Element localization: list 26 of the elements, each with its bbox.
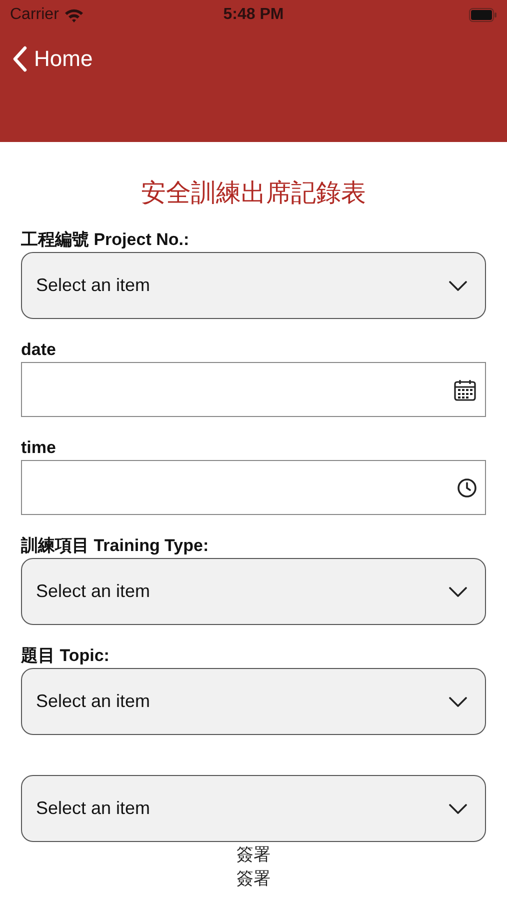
chevron-down-icon (449, 586, 467, 596)
calendar-icon (453, 378, 477, 402)
chevron-down-icon (449, 696, 467, 706)
form-title: 安全訓練出席記錄表 (140, 178, 367, 208)
back-chevron-icon (12, 46, 28, 72)
clock-time: 5:48 PM (222, 6, 285, 24)
field-label: 訓練項目 Training Type: (21, 536, 210, 556)
field-label: 題目 Topic: (21, 646, 110, 666)
back-button[interactable]: Home (12, 46, 93, 72)
field-label: date (21, 340, 57, 360)
field-label: time (21, 438, 57, 458)
select-dropdown[interactable]: Select an item (21, 558, 486, 625)
select-dropdown[interactable]: Select an item (21, 775, 486, 842)
carrier-label: Carrier (10, 6, 59, 24)
battery-icon (468, 8, 497, 22)
date-field[interactable] (21, 362, 486, 417)
chevron-down-icon (449, 280, 467, 290)
field-label: 工程編號 Project No.: (21, 230, 190, 250)
clock-icon (457, 478, 477, 498)
wifi-icon (64, 8, 84, 22)
select-dropdown[interactable]: Select an item (21, 668, 486, 735)
time-field[interactable] (21, 460, 486, 515)
chevron-down-icon (449, 804, 467, 814)
select-dropdown[interactable]: Select an item (21, 252, 486, 319)
signature-label: 簽署 (236, 868, 270, 890)
signature-label: 簽署 (236, 844, 270, 866)
